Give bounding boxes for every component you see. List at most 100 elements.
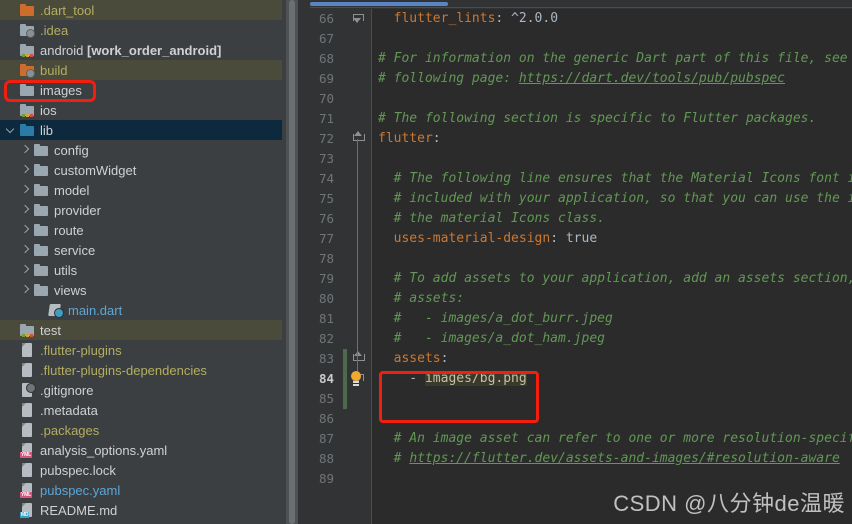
tree-item-main-dart[interactable]: main.dart	[0, 300, 286, 320]
code-line[interactable]: # The following section is specific to F…	[372, 109, 852, 129]
tree-item-images[interactable]: images	[0, 80, 286, 100]
tree-item-route[interactable]: route	[0, 220, 286, 240]
tree-item-analysis-options-yaml[interactable]: YML analysis_options.yaml	[0, 440, 286, 460]
code-line[interactable]: - images/bg.png	[372, 369, 852, 389]
intention-bulb-icon[interactable]	[351, 371, 361, 386]
code-line[interactable]: # assets:	[372, 289, 852, 309]
tree-item-lib[interactable]: lib	[0, 120, 286, 140]
code-text-area[interactable]: flutter_lints: ^2.0.0 # For information …	[372, 9, 852, 524]
code-line[interactable]: assets:	[372, 349, 852, 369]
line-number: 75	[318, 191, 334, 206]
code-line[interactable]: flutter:	[372, 129, 852, 149]
tree-item-metadata[interactable]: .metadata	[0, 400, 286, 420]
chevron-right-icon[interactable]	[18, 163, 32, 177]
tree-item-dart-tool[interactable]: .dart_tool	[0, 0, 286, 20]
code-line[interactable]	[372, 409, 852, 429]
chevron-down-icon[interactable]	[4, 123, 18, 137]
chevron-right-icon[interactable]	[18, 143, 32, 157]
horizontal-scrollbar-thumb[interactable]	[310, 2, 448, 6]
code-line[interactable]	[372, 249, 852, 269]
chevron-right-icon[interactable]	[18, 243, 32, 257]
code-line[interactable]: # For information on the generic Dart pa…	[372, 49, 852, 69]
project-tree-list[interactable]: .dart_tool .idea android [work_order_andro…	[0, 0, 286, 520]
tree-item-config[interactable]: config	[0, 140, 286, 160]
chevron-right-icon[interactable]	[18, 183, 32, 197]
code-area[interactable]: 66 67 68 69 70 71 72 73 74 75 76 77 78 79 80 81 82 83 84 85…	[298, 9, 852, 524]
code-line[interactable]: # To add assets to your application, add…	[372, 269, 852, 289]
panel-divider-scrollbar[interactable]	[286, 0, 298, 524]
chevron-right-icon[interactable]	[18, 283, 32, 297]
tree-item-packages[interactable]: .packages	[0, 420, 286, 440]
code-line[interactable]	[372, 149, 852, 169]
code-token: flutter_lints	[393, 11, 496, 26]
tree-item-ios[interactable]: ios	[0, 100, 286, 120]
code-line[interactable]: # following page: https://dart.dev/tools…	[372, 69, 852, 89]
tree-item-test[interactable]: test	[0, 320, 286, 340]
code-line[interactable]	[372, 469, 852, 489]
code-token: uses-material-design	[393, 231, 551, 246]
fold-cell[interactable]	[342, 429, 372, 449]
fold-cell[interactable]	[342, 469, 372, 489]
tree-item-customwidget[interactable]: customWidget	[0, 160, 286, 180]
fold-cell[interactable]	[342, 449, 372, 469]
code-line[interactable]: # the material Icons class.	[372, 209, 852, 229]
line-number: 82	[318, 331, 334, 346]
code-token: flutter	[378, 131, 433, 146]
tree-item-readme-md[interactable]: MD README.md	[0, 500, 286, 520]
code-line[interactable]: # - images/a_dot_burr.jpeg	[372, 309, 852, 329]
tree-item-pubspec-yaml[interactable]: YML pubspec.yaml	[0, 480, 286, 500]
file-type-badge: MD	[20, 512, 30, 518]
fold-cell[interactable]	[342, 109, 372, 129]
fold-cell[interactable]	[342, 9, 372, 29]
folder-module-icon	[19, 102, 35, 118]
tree-item-build[interactable]: build	[0, 60, 286, 80]
fold-cell[interactable]	[342, 89, 372, 109]
code-editor[interactable]: 66 67 68 69 70 71 72 73 74 75 76 77 78 79 80 81 82 83 84 85…	[298, 0, 852, 524]
tree-item-pubspec-lock[interactable]: pubspec.lock	[0, 460, 286, 480]
code-line[interactable]: # - images/a_dot_ham.jpeg	[372, 329, 852, 349]
fold-collapse-icon[interactable]	[353, 351, 365, 364]
chevron-right-icon[interactable]	[18, 223, 32, 237]
code-line[interactable]: # included with your application, so tha…	[372, 189, 852, 209]
project-tree-panel[interactable]: .dart_tool .idea android [work_order_andro…	[0, 0, 286, 524]
fold-cell[interactable]	[342, 49, 372, 69]
tree-item-android-work-order-android[interactable]: android [work_order_android]	[0, 40, 286, 60]
code-line[interactable]: # https://flutter.dev/assets-and-images/…	[372, 449, 852, 469]
tree-item-idea[interactable]: .idea	[0, 20, 286, 40]
code-line[interactable]	[372, 29, 852, 49]
chevron-right-icon[interactable]	[18, 203, 32, 217]
dart-file-icon	[47, 302, 64, 318]
folder-icon	[33, 162, 49, 178]
horizontal-scrollbar-track[interactable]	[310, 7, 852, 8]
fold-cell[interactable]	[342, 69, 372, 89]
tree-item-flutter-plugins-dependencies[interactable]: .flutter-plugins-dependencies	[0, 360, 286, 380]
tree-item-flutter-plugins[interactable]: .flutter-plugins	[0, 340, 286, 360]
tree-item-service[interactable]: service	[0, 240, 286, 260]
horizontal-scrollbar[interactable]	[298, 0, 852, 9]
code-line[interactable]: uses-material-design: true	[372, 229, 852, 249]
code-line[interactable]: # An image asset can refer to one or mor…	[372, 429, 852, 449]
code-line[interactable]	[372, 89, 852, 109]
tree-item-label: pubspec.yaml	[40, 482, 121, 498]
fold-collapse-icon[interactable]	[353, 131, 365, 144]
tree-item-label: service	[54, 242, 96, 258]
tree-item-model[interactable]: model	[0, 180, 286, 200]
tree-item-views[interactable]: views	[0, 280, 286, 300]
code-line[interactable]: flutter_lints: ^2.0.0	[372, 9, 852, 29]
code-token: :	[440, 351, 449, 366]
tree-item-provider[interactable]: provider	[0, 200, 286, 220]
tree-item-gitignore[interactable]: .gitignore	[0, 380, 286, 400]
code-folding-gutter[interactable]	[342, 9, 372, 524]
tree-item-utils[interactable]: utils	[0, 260, 286, 280]
chevron-right-icon[interactable]	[18, 263, 32, 277]
code-line[interactable]: # The following line ensures that the Ma…	[372, 169, 852, 189]
fold-end-icon[interactable]	[353, 14, 364, 23]
code-line[interactable]	[372, 389, 852, 409]
fold-cell[interactable]	[342, 409, 372, 429]
fold-cell[interactable]	[342, 29, 372, 49]
line-number: 83	[318, 351, 334, 366]
line-number: 89	[318, 471, 334, 486]
